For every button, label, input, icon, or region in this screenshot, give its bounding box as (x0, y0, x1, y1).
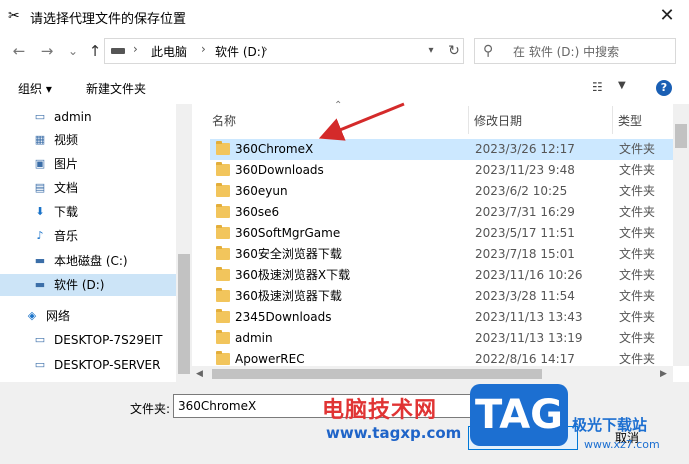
watermark-url: www.tagxp.com (326, 424, 462, 442)
watermark-text: 电脑技术网 (322, 398, 438, 423)
folder-label: 文件夹: (130, 402, 171, 416)
watermark-brand: 极光下载站 (572, 416, 648, 434)
watermark-brand-url: www.xz7.com (584, 438, 660, 451)
watermark-logo: TAG (470, 384, 568, 446)
annotation-arrow-folder (318, 102, 405, 141)
